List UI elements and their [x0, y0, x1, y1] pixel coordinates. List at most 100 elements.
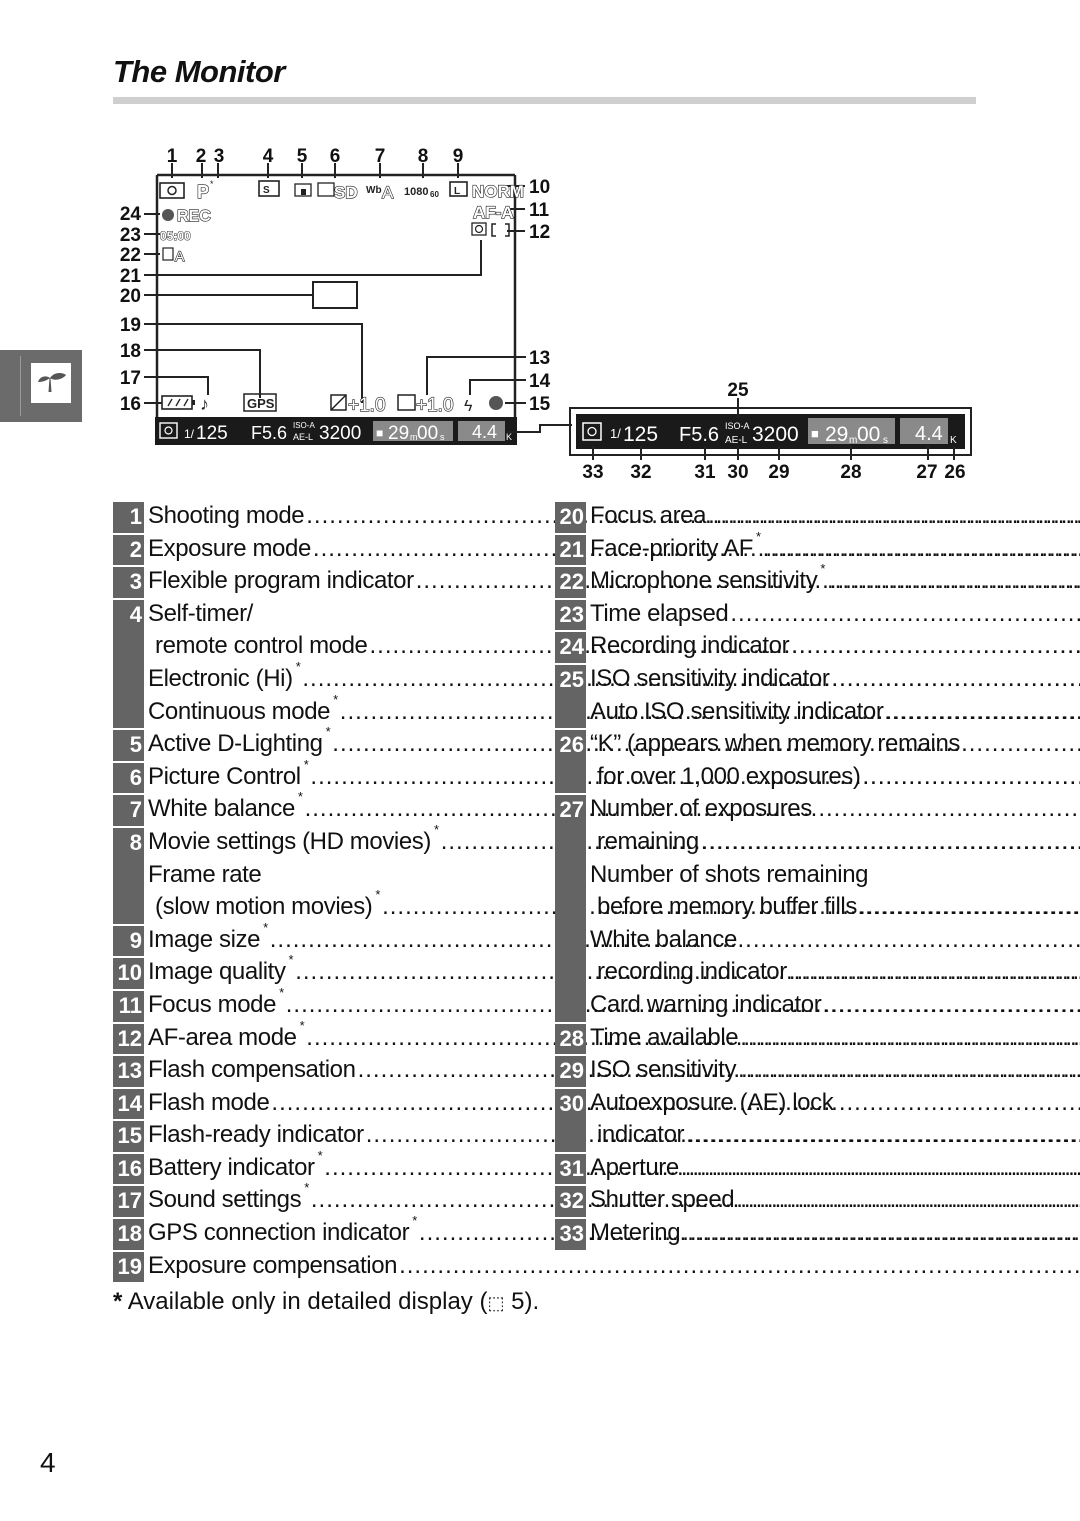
entry-line: Aperture115, 116: [590, 1154, 1080, 1187]
time-available-min: 29: [388, 423, 409, 444]
dot-leader: [681, 1154, 1080, 1182]
entry-number: 3: [129, 569, 142, 595]
entry-label: Frame rate: [148, 860, 262, 888]
entry-number-badge: 9: [113, 925, 144, 959]
entry-label: GPS connection indicator *: [148, 1213, 417, 1247]
entry-label: Microphone sensitivity *: [590, 561, 825, 595]
detailed-display-asterisk: *: [333, 691, 338, 707]
index-entry: 2Exposure mode26, 111: [113, 534, 533, 568]
callout-19: 19: [120, 315, 141, 336]
svg-text:F5.6: F5.6: [679, 424, 719, 446]
index-entry: 21Face-priority AF*25, 147: [555, 529, 975, 568]
entry-number-badge: 20: [555, 502, 586, 535]
entry-number-badge: 28: [555, 1023, 586, 1057]
svg-text:00: 00: [857, 423, 880, 446]
index-entry: 5Active D-Lighting*139: [113, 724, 533, 763]
callout-25: 25: [727, 380, 749, 401]
entry-number-badge: 22: [555, 567, 586, 600]
dot-leader: [708, 502, 1080, 530]
detailed-display-asterisk: *: [295, 658, 301, 674]
flexible-program-indicator: *: [210, 179, 214, 189]
entry-number-badge: 30: [555, 1088, 586, 1154]
entry-number: 31: [559, 1155, 584, 1181]
svg-text:4.4: 4.4: [915, 423, 943, 445]
entry-number-badge: 19: [113, 1251, 144, 1285]
callout-20: 20: [120, 286, 141, 307]
entry-label: indicator: [597, 1121, 685, 1149]
svg-text:A: A: [382, 183, 394, 202]
svg-text:+1.0: +1.0: [416, 395, 454, 416]
svg-text:A: A: [175, 248, 185, 264]
svg-text:ISO-A: ISO-A: [725, 421, 750, 431]
entry-label: Image size *: [148, 919, 268, 953]
microphone-sensitivity-icon: A: [162, 247, 186, 265]
entry-number-badge: 23: [555, 599, 586, 633]
index-left-column: 1Shooting mode72Exposure mode26, 1113Fle…: [113, 502, 533, 1285]
entry-label: Flexible program indicator: [148, 567, 414, 595]
entry-number-badge: 31: [555, 1153, 586, 1187]
entry-number: 28: [559, 1025, 584, 1051]
dot-leader: [736, 1186, 1080, 1214]
callout-31: 31: [694, 462, 716, 483]
detailed-display-asterisk: *: [297, 789, 303, 805]
entry-number: 18: [117, 1221, 142, 1247]
entry-label: Exposure compensation: [148, 1251, 398, 1279]
entry-number: 10: [117, 960, 142, 986]
index-entry: 11Focus mode*52: [113, 985, 533, 1024]
index-entry: 18GPS connection indicator*68: [113, 1213, 533, 1252]
dot-leader: [823, 991, 1080, 1019]
info-bar-main-content: 1/ 125 F5.6 ISO-A AE-L 3200 ■ 29 m 00 s …: [159, 421, 512, 444]
entry-label: Time available: [590, 1023, 739, 1051]
time-elapsed: 05:00: [160, 229, 191, 243]
entry-line: Number of exposures: [590, 795, 1080, 828]
entry-label: Flash mode: [148, 1088, 270, 1116]
entry-number-badge: 4: [113, 599, 144, 731]
index-entry: 25ISO sensitivity indicator131Auto ISO s…: [555, 664, 975, 731]
footnote-page-ref: 5).: [504, 1288, 540, 1315]
entry-number: 21: [559, 536, 584, 562]
callout-27: 27: [916, 462, 937, 483]
entry-number: 17: [117, 1188, 142, 1214]
entry-label: Number of exposures: [590, 795, 812, 823]
entry-label: Battery indicator *: [148, 1147, 323, 1181]
entry-number-badge: 17: [113, 1186, 144, 1220]
index-entry: 12AF-area mode*144: [113, 1018, 533, 1057]
index-entry: 28Time available38, 41: [555, 1023, 975, 1057]
k-indicator: K: [506, 432, 512, 442]
entry-line: recording indicator128: [590, 958, 1080, 991]
entry-number: 29: [559, 1058, 584, 1084]
focus-mode-indicator: AF-A: [473, 203, 514, 222]
entry-label: Aperture: [590, 1153, 679, 1181]
entry-line: Card warning indicator153, 186: [590, 991, 1080, 1024]
index-entry: 19Exposure compensation57: [113, 1251, 533, 1285]
entry-label: Time elapsed: [590, 599, 729, 627]
entry-number-badge: 32: [555, 1186, 586, 1220]
shutter-speed: 125: [196, 423, 228, 444]
entry-label: remote control mode: [155, 632, 368, 660]
entry-number: 33: [559, 1221, 584, 1247]
detailed-display-asterisk: *: [434, 821, 439, 837]
index-entry: 29ISO sensitivity131: [555, 1056, 975, 1089]
entry-number: 30: [559, 1090, 584, 1116]
entry-line: Exposure compensation57: [148, 1252, 1080, 1285]
detailed-display-asterisk: *: [755, 528, 761, 544]
entry-label: Continuous mode *: [148, 691, 338, 725]
info-bar-enlarged-content: 1/ 125 F5.6 ISO-A AE-L 3200 ■ 29 m 00 s …: [582, 418, 957, 446]
svg-text:GPS: GPS: [247, 396, 275, 411]
callout-23: 23: [120, 225, 141, 246]
callout-32: 32: [630, 462, 651, 483]
entry-number-badge: 8: [113, 827, 144, 926]
entry-line: Auto ISO sensitivity indicator131: [590, 698, 1080, 731]
image-quality-indicator: NORM: [472, 182, 524, 201]
entry-label: Number of shots remaining: [590, 860, 869, 888]
entry-line: Time elapsed38, 41: [590, 600, 1080, 633]
exposure-compensation-indicator: +1.0: [330, 394, 386, 417]
dot-leader: [763, 535, 1080, 563]
face-priority-icon: [471, 222, 487, 236]
entry-number: 7: [129, 797, 142, 823]
entry-label: Shutter speed: [590, 1186, 735, 1214]
exposure-mode-indicator: P: [197, 182, 209, 202]
entry-line: Number of shots remaining: [590, 861, 1080, 894]
index-entry: 10Image quality*119: [113, 952, 533, 991]
entry-label: recording indicator: [597, 958, 787, 986]
